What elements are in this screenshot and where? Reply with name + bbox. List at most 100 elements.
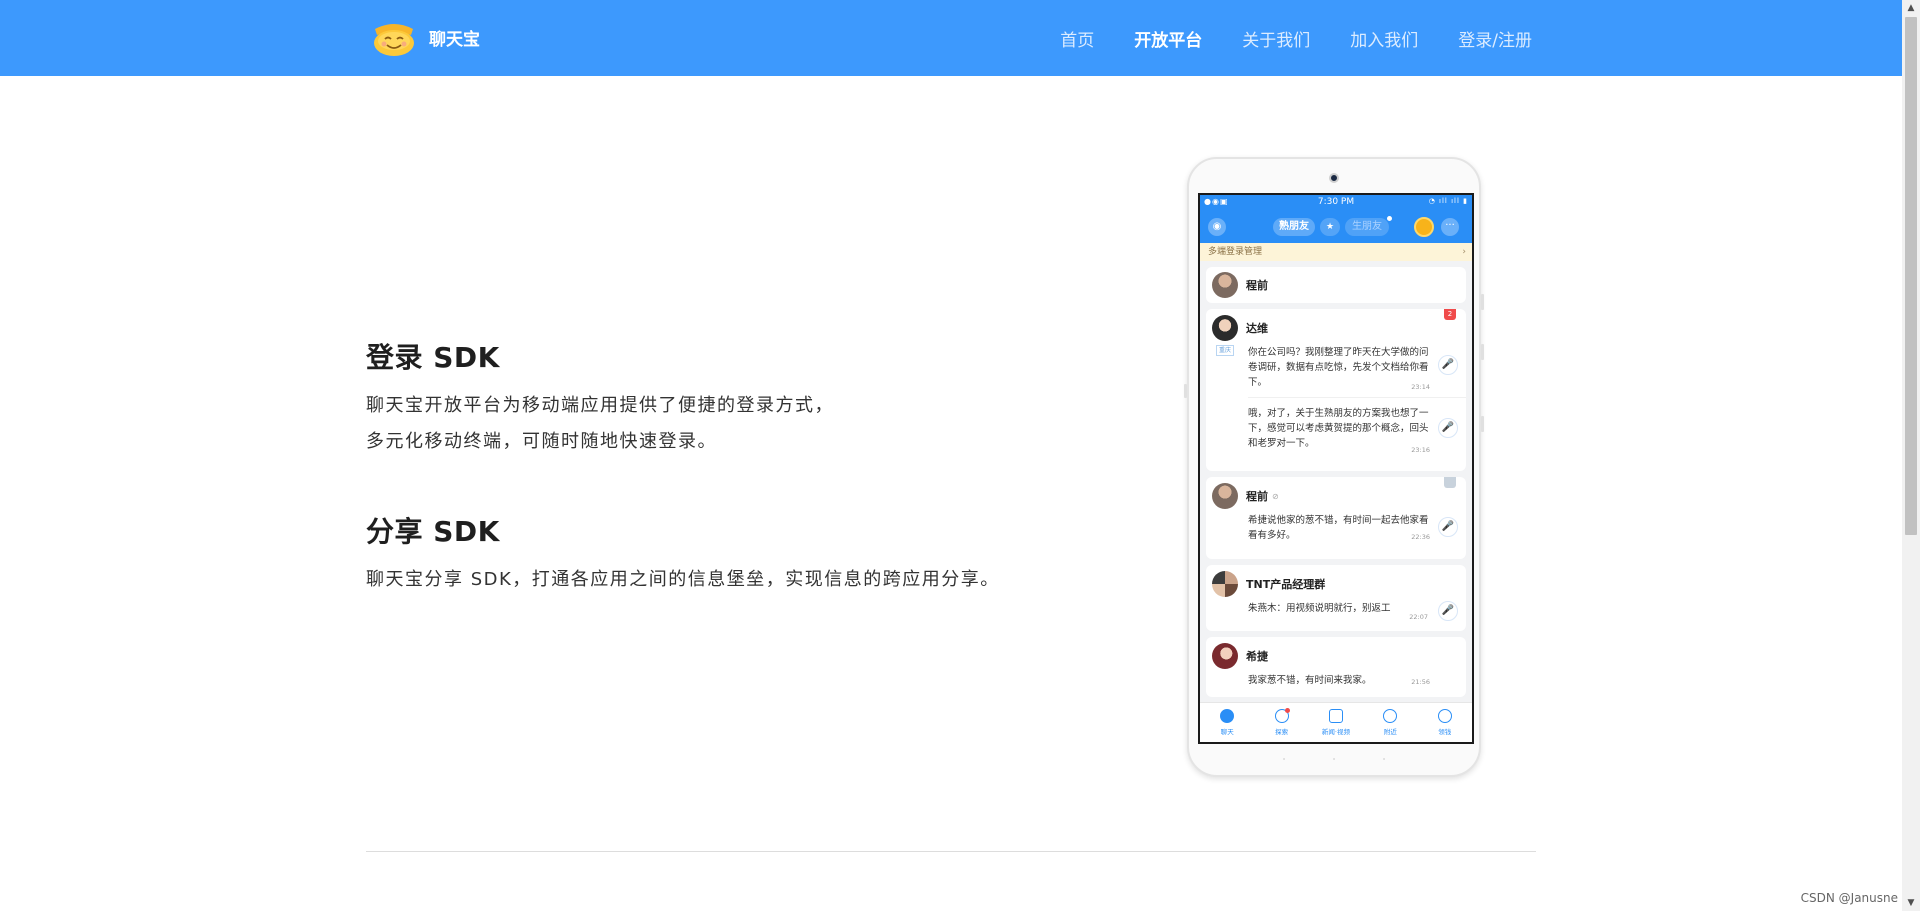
message-time: 23:14 [1411, 383, 1430, 391]
status-signal-icons: ◔ ıll ıll ▮ [1428, 197, 1468, 205]
message: 哦，对了，关于生熟朋友的方案我也想了一下，感觉可以考虑黄贺提的那个概念，回头和老… [1206, 398, 1466, 460]
unread-dot [1284, 708, 1290, 713]
nav-about[interactable]: 关于我们 [1242, 26, 1310, 51]
scroll-up-arrow-icon[interactable]: ▲ [1902, 0, 1920, 16]
muted-icon: ⊘ [1272, 491, 1279, 501]
phone-camera [1329, 173, 1339, 183]
phone-statusbar: ●◉▣ 7:30 PM ◔ ıll ıll ▮ [1200, 195, 1472, 209]
watermark: CSDN @Janusne [1800, 891, 1898, 905]
phone-appbar: ◉ 熟朋友 ★ 生朋友 ··· [1200, 209, 1472, 243]
phone-side-button [1481, 344, 1484, 360]
section-divider [366, 851, 1536, 852]
top-navbar: 聊天宝 首页 开放平台 关于我们 加入我们 登录/注册 [0, 0, 1902, 76]
phone-side-button [1481, 294, 1484, 310]
login-sdk-line-1: 聊天宝开放平台为移动端应用提供了便捷的登录方式， [366, 395, 834, 416]
message-text: 哦，对了，关于生熟朋友的方案我也想了一下，感觉可以考虑黄贺提的那个概念，回头和老… [1248, 408, 1429, 449]
vertical-scrollbar[interactable]: ▲ ▼ [1902, 0, 1920, 911]
tab-close-friends[interactable]: 熟朋友 [1273, 218, 1315, 236]
avatar [1212, 272, 1238, 298]
chat-name: 希捷 [1246, 650, 1268, 663]
status-badge [1444, 477, 1456, 488]
chat-name: 达维 [1246, 322, 1268, 335]
tab-label: 附近 [1383, 728, 1397, 736]
phone-screen: ●◉▣ 7:30 PM ◔ ıll ıll ▮ ◉ 熟朋友 ★ 生朋友 ··· … [1198, 193, 1474, 744]
message-time: 21:56 [1411, 678, 1430, 686]
unread-badge: 2 [1444, 309, 1456, 320]
location-tag: 重庆 [1216, 345, 1235, 356]
share-sdk-section: 分享 SDK 聊天宝分享 SDK，打通各应用之间的信息堡垒，实现信息的跨应用分享… [366, 510, 1000, 598]
logo-icon [371, 17, 417, 57]
wallet-icon [1437, 709, 1452, 723]
compass-icon [1274, 708, 1290, 723]
tab-news[interactable]: 新闻·视频 [1316, 703, 1356, 742]
nav-key: · [1332, 755, 1336, 764]
chat-item[interactable]: TNT产品经理群 朱燕木：用视频说明就行，别返工 22:07 🎤 [1206, 565, 1466, 631]
tab-chat[interactable]: 聊天 [1207, 703, 1247, 742]
tab-explore[interactable]: 探索 [1262, 703, 1302, 742]
tab-label: 领钱 [1438, 728, 1452, 736]
voice-icon[interactable]: 🎤 [1438, 601, 1458, 621]
phone-tabbar: 聊天 探索 新闻·视频 附近 领钱 [1200, 702, 1472, 742]
nav-open-platform[interactable]: 开放平台 [1134, 26, 1202, 51]
tab-label: 探索 [1275, 728, 1289, 736]
brand[interactable]: 聊天宝 [371, 17, 480, 57]
message-text: 我家葱不错，有时间来我家。 [1248, 675, 1372, 686]
message: 我家葱不错，有时间来我家。 21:56 [1206, 669, 1466, 692]
coin-icon[interactable] [1414, 217, 1434, 237]
share-sdk-title: 分享 SDK [366, 515, 500, 548]
message-text: 你在公司吗？我刚整理了昨天在大学做的问卷调研，数据有点吃惊，先发个文档给你看下。 [1248, 347, 1429, 388]
chat-icon [1220, 709, 1235, 723]
chat-name: 程前 [1246, 490, 1268, 503]
chevron-right-icon: › [1462, 247, 1466, 257]
tab-new-friends[interactable]: 生朋友 [1345, 218, 1389, 236]
news-icon [1328, 709, 1343, 723]
scroll-down-arrow-icon[interactable]: ▼ [1902, 895, 1920, 911]
message-time: 22:07 [1409, 613, 1428, 621]
message-time: 22:36 [1411, 533, 1430, 541]
login-sdk-title: 登录 SDK [366, 341, 500, 374]
tab-rewards[interactable]: 领钱 [1425, 703, 1465, 742]
login-sdk-section: 登录 SDK 聊天宝开放平台为移动端应用提供了便捷的登录方式， 多元化移动终端，… [366, 336, 834, 460]
page: 聊天宝 首页 开放平台 关于我们 加入我们 登录/注册 登录 SDK 聊天宝开放… [0, 0, 1920, 911]
voice-icon[interactable]: 🎤 [1438, 517, 1458, 537]
message: 希捷说他家的葱不错，有时间一起去他家看看有多好。 22:36 🎤 [1206, 509, 1466, 547]
nav-key: · [1282, 755, 1286, 764]
star-icon[interactable]: ★ [1320, 218, 1340, 236]
nav-login-register[interactable]: 登录/注册 [1458, 26, 1532, 51]
scroll-thumb[interactable] [1905, 17, 1917, 535]
message-text: 朱燕木：用视频说明就行，别返工 [1248, 603, 1391, 614]
phone-nav-keys: · · · [1189, 755, 1479, 764]
nav-join[interactable]: 加入我们 [1350, 26, 1418, 51]
status-time: 7:30 PM [1317, 197, 1355, 207]
main-nav: 首页 开放平台 关于我们 加入我们 登录/注册 [1020, 0, 1532, 76]
message: 重庆 你在公司吗？我刚整理了昨天在大学做的问卷调研，数据有点吃惊，先发个文档给你… [1206, 341, 1466, 397]
tab-nearby[interactable]: 附近 [1370, 703, 1410, 742]
phone-side-button [1184, 384, 1187, 398]
chat-item[interactable]: 希捷 我家葱不错，有时间来我家。 21:56 [1206, 637, 1466, 697]
tab-label: 新闻·视频 [1321, 728, 1350, 736]
avatar [1212, 315, 1238, 341]
status-notification-icons: ●◉▣ [1204, 197, 1229, 206]
notification-dot [1386, 215, 1393, 222]
avatar [1212, 643, 1238, 669]
voice-icon[interactable]: 🎤 [1438, 418, 1458, 438]
tab-label: 聊天 [1220, 728, 1234, 736]
share-sdk-line-1: 聊天宝分享 SDK，打通各应用之间的信息堡垒，实现信息的跨应用分享。 [366, 569, 1000, 590]
location-icon [1383, 709, 1398, 723]
chat-list: 程前 2 达维 重庆 你在公司吗？我刚整理了昨天在大学做的问卷调研，数据有点吃惊… [1200, 267, 1472, 697]
nav-home[interactable]: 首页 [1060, 26, 1094, 51]
profile-icon[interactable]: ◉ [1208, 218, 1226, 236]
multi-login-notice[interactable]: 多端登录管理 › [1200, 243, 1472, 261]
phone-mockup: ●◉▣ 7:30 PM ◔ ıll ıll ▮ ◉ 熟朋友 ★ 生朋友 · ·· … [1184, 157, 1484, 777]
phone-side-button [1481, 416, 1484, 432]
message-text: 希捷说他家的葱不错，有时间一起去他家看看有多好。 [1248, 515, 1429, 541]
nav-key: · [1382, 755, 1386, 764]
chat-item[interactable]: 2 达维 重庆 你在公司吗？我刚整理了昨天在大学做的问卷调研，数据有点吃惊，先发… [1206, 309, 1466, 471]
group-avatar [1212, 571, 1238, 597]
voice-icon[interactable]: 🎤 [1438, 355, 1458, 375]
avatar [1212, 483, 1238, 509]
chat-item[interactable]: 程前 [1206, 267, 1466, 303]
chat-item[interactable]: 程前 ⊘ 希捷说他家的葱不错，有时间一起去他家看看有多好。 22:36 🎤 [1206, 477, 1466, 559]
more-icon[interactable]: ··· [1441, 218, 1459, 236]
chat-name: TNT产品经理群 [1246, 578, 1326, 591]
